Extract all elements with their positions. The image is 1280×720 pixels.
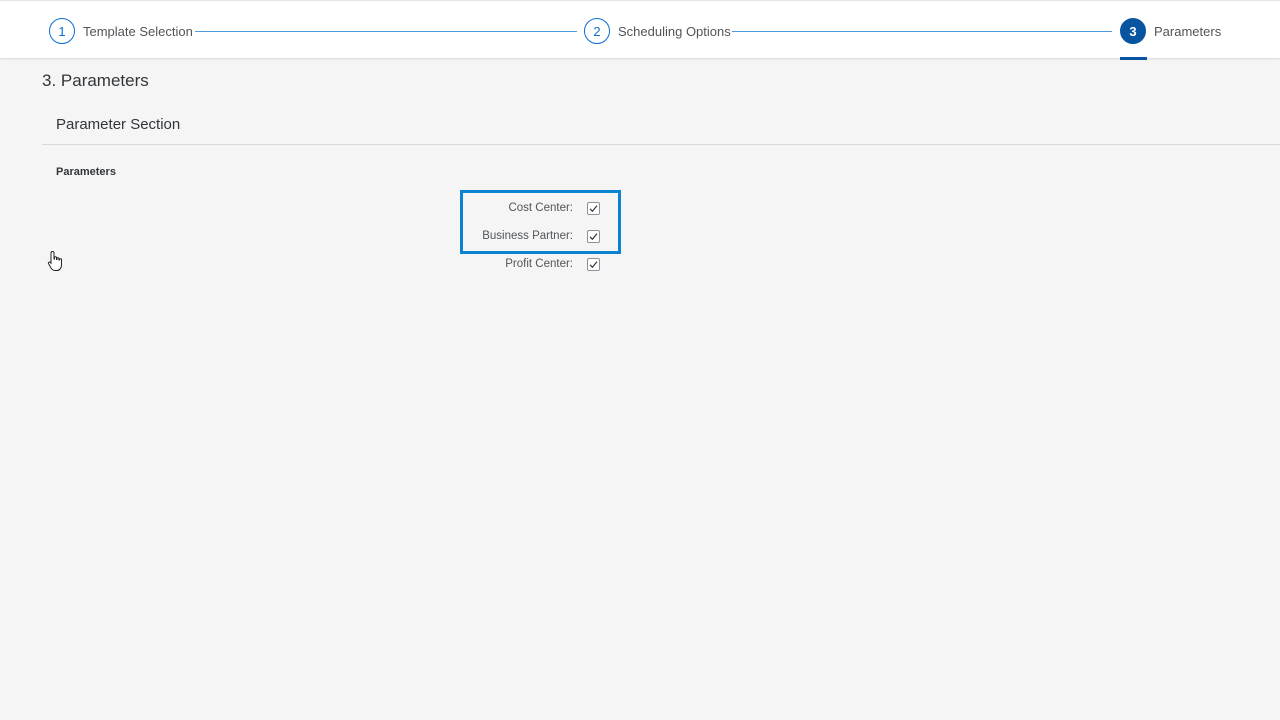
step-1-label: Template Selection	[83, 23, 193, 39]
wizard-progress-bar: 1 Template Selection 2 Scheduling Option…	[0, 0, 1280, 60]
group-title: Parameters	[56, 166, 116, 178]
section-title: Parameter Section	[56, 116, 181, 133]
page-title: 3. Parameters	[42, 71, 149, 90]
highlight-box	[460, 190, 621, 254]
step-3-label: Parameters	[1154, 23, 1222, 39]
wizard-step-1[interactable]: 1 Template Selection	[49, 16, 193, 46]
step-1-number: 1	[49, 18, 75, 44]
hand-cursor-icon	[47, 250, 62, 271]
wizard-step-2[interactable]: 2 Scheduling Options	[584, 16, 731, 46]
step-connector-1	[195, 31, 577, 32]
step-3-number: 3	[1120, 18, 1146, 44]
active-step-indicator	[1120, 57, 1147, 60]
step-2-label: Scheduling Options	[618, 23, 731, 39]
section-divider	[42, 144, 1280, 145]
step-connector-2	[732, 31, 1112, 32]
step-2-number: 2	[584, 18, 610, 44]
wizard-step-3[interactable]: 3 Parameters	[1120, 16, 1221, 46]
profit-center-label: Profit Center:	[505, 258, 573, 270]
param-row-profit-center: Profit Center:	[380, 254, 600, 274]
profit-center-checkbox[interactable]	[587, 257, 600, 271]
checkmark-icon	[589, 260, 598, 268]
